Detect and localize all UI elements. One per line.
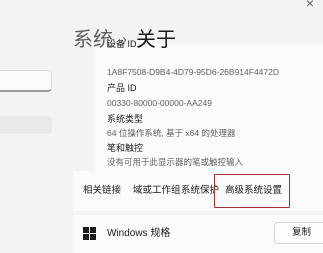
pen-touch-value: 没有可用于此显示器的笔或触控输入 — [107, 157, 244, 167]
copy-button[interactable]: 复制 — [274, 222, 323, 244]
breadcrumb-about: 关于 — [136, 29, 176, 51]
pen-touch-label: 笔和触控 — [107, 143, 144, 153]
sidebar-item-selected[interactable] — [0, 116, 52, 134]
highlight-box — [214, 174, 290, 208]
windows-specs-card[interactable]: Windows 规格 复制 — [73, 215, 323, 253]
chevron-right-icon: › — [122, 31, 127, 48]
windows-logo-icon — [83, 227, 96, 240]
system-type-label: 系统类型 — [107, 114, 144, 124]
close-icon[interactable]: × — [303, 0, 317, 10]
page-title: 系统 › 关于 — [73, 26, 176, 54]
product-id-value: 00330-80000-00000-AA249 — [107, 98, 212, 108]
settings-about-window: × 设备 ID 1A8F7508-D9B4-4D79-95D6-26B914F4… — [0, 0, 323, 253]
device-specs-card: 设备 ID 1A8F7508-D9B4-4D79-95D6-26B914F447… — [95, 39, 323, 172]
system-type-value: 64 位操作系统, 基于 x64 的处理器 — [107, 128, 236, 138]
related-links-heading: 相关链接 — [83, 185, 122, 196]
search-input[interactable] — [0, 70, 52, 92]
title-bar: × — [0, 0, 323, 14]
windows-specs-label: Windows 规格 — [107, 228, 171, 239]
domain-workgroup-link[interactable]: 域或工作组 — [133, 185, 181, 197]
product-id-label: 产品 ID — [107, 83, 137, 93]
device-id-value: 1A8F7508-D9B4-4D79-95D6-26B914F4472D — [107, 67, 279, 77]
breadcrumb-system[interactable]: 系统 — [73, 26, 113, 54]
